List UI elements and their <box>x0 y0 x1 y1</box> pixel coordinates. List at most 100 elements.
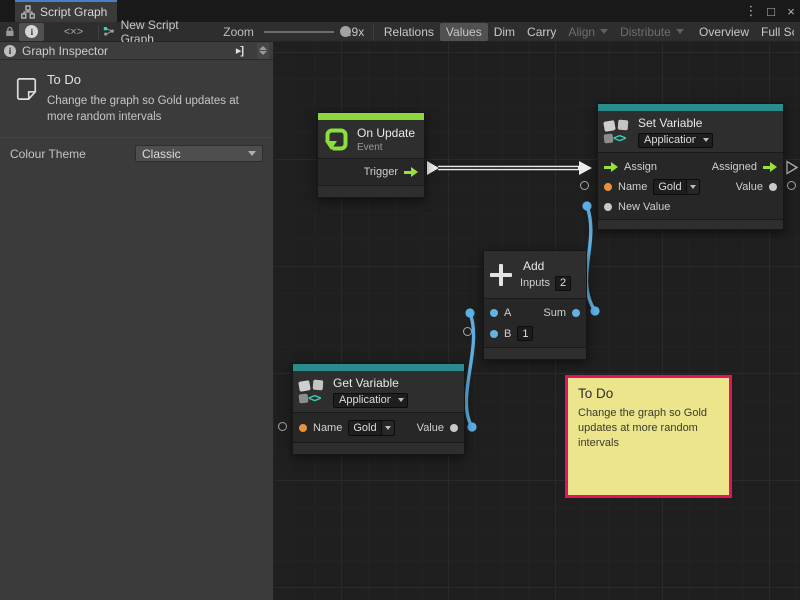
value-port-dot[interactable] <box>769 183 777 191</box>
new-value-port-dot[interactable] <box>604 203 612 211</box>
expand-panel-icon[interactable]: ▸] <box>236 44 243 57</box>
window-controls: ⋮ □ × <box>744 0 798 22</box>
node-set-variable[interactable]: <> Set Variable Application Assign Assig… <box>597 103 784 230</box>
node-add[interactable]: Add Inputs 2 A Sum <box>483 250 587 360</box>
get-variable-name-port-indicator[interactable] <box>278 422 287 431</box>
name-port-label: Name <box>313 422 342 434</box>
node-title: Get Variable <box>333 376 408 390</box>
chevron-down-icon[interactable] <box>686 180 699 194</box>
variable-name-select[interactable]: Gold <box>348 420 394 436</box>
node-ports: Name Gold Value <box>293 413 464 443</box>
graph-inspector-title: Graph Inspector <box>22 44 108 58</box>
variables-icon: <> <box>299 379 325 405</box>
node-header: <> Set Variable Application <box>598 111 783 153</box>
control-port-arrow-icon[interactable] <box>404 167 418 177</box>
node-ports: Trigger <box>318 159 424 186</box>
colour-theme-row: Colour Theme Classic <box>0 138 273 169</box>
node-on-update[interactable]: On Update Event Trigger <box>317 112 425 198</box>
new-script-graph-icon <box>103 25 114 38</box>
set-variable-value-port-indicator[interactable] <box>787 181 796 190</box>
a-port-label: A <box>504 307 511 319</box>
sticky-note-title: To Do <box>578 386 719 401</box>
chevron-down-icon <box>398 398 404 402</box>
sticky-note[interactable]: To Do Change the graph so Gold updates a… <box>565 375 732 498</box>
chevron-down-icon <box>676 29 684 34</box>
control-port-arrow-icon[interactable] <box>763 162 777 172</box>
panel-scroll-spinner[interactable] <box>257 43 269 59</box>
value-port-dot[interactable] <box>450 424 458 432</box>
tab-script-graph[interactable]: Script Graph <box>15 0 117 22</box>
node-color-bar <box>598 104 783 111</box>
variables-icon: <> <box>604 119 630 145</box>
a-port-dot[interactable] <box>490 309 498 317</box>
chevron-down-icon <box>248 151 256 156</box>
sticky-note-icon <box>16 72 37 106</box>
node-footer <box>484 348 586 359</box>
set-variable-name-port-indicator[interactable] <box>580 181 589 190</box>
chevron-down-icon[interactable] <box>381 421 394 435</box>
on-update-loop-icon <box>324 127 349 152</box>
note-body: Change the graph so Gold updates at more… <box>47 93 265 125</box>
close-icon[interactable]: × <box>784 4 798 19</box>
name-port-dot[interactable] <box>299 424 307 432</box>
variable-scope-select[interactable]: Application <box>333 393 408 408</box>
chevron-down-icon <box>703 138 709 142</box>
inputs-count-field[interactable]: 2 <box>555 276 571 291</box>
b-port-dot[interactable] <box>490 330 498 338</box>
more-icon[interactable]: ⋮ <box>744 3 758 19</box>
node-header: On Update Event <box>318 120 424 159</box>
note-title: To Do <box>47 72 265 87</box>
node-get-variable[interactable]: <> Get Variable Application Name Gold <box>292 363 465 455</box>
node-subtitle: Event <box>357 142 415 153</box>
value-port-label: Value <box>417 422 444 434</box>
relations-button[interactable]: Relations <box>378 23 440 41</box>
graph-inspector-panel: i Graph Inspector ▸] To Do Change the gr… <box>0 42 274 600</box>
inspector-note-summary: To Do Change the graph so Gold updates a… <box>0 60 273 135</box>
b-value-field[interactable]: 1 <box>517 326 533 341</box>
zoom-slider-handle[interactable] <box>340 26 351 37</box>
chevron-down-icon <box>600 29 608 34</box>
graph-tab-icon <box>21 5 35 19</box>
toolbar-separator <box>373 25 374 39</box>
lock-icon[interactable] <box>5 25 15 38</box>
variable-scope-select[interactable]: Application <box>638 133 713 148</box>
distribute-dropdown[interactable]: Distribute <box>614 23 690 41</box>
chevron-up-icon[interactable] <box>259 46 267 50</box>
node-ports: A Sum B 1 <box>484 299 586 348</box>
colour-theme-select[interactable]: Classic <box>135 145 263 162</box>
node-header: Add Inputs 2 <box>484 251 586 299</box>
control-port-arrow-icon[interactable] <box>604 162 618 172</box>
node-footer <box>293 443 464 454</box>
node-color-bar <box>293 364 464 371</box>
name-port-label: Name <box>618 181 647 193</box>
plus-icon <box>490 264 512 286</box>
add-b-port-indicator[interactable] <box>463 327 472 336</box>
zoom-label: Zoom <box>223 25 254 39</box>
code-view-icon[interactable]: <×> <box>64 26 83 38</box>
sum-port-dot[interactable] <box>572 309 580 317</box>
node-footer <box>318 186 424 197</box>
graph-inspector-header: i Graph Inspector ▸] <box>0 42 273 60</box>
name-port-dot[interactable] <box>604 183 612 191</box>
assigned-port-label: Assigned <box>712 161 757 173</box>
maximize-icon[interactable]: □ <box>764 4 778 19</box>
zoom-slider[interactable] <box>264 31 334 33</box>
overview-button[interactable]: Overview <box>693 23 755 41</box>
values-button[interactable]: Values <box>440 23 488 41</box>
carry-button[interactable]: Carry <box>521 23 562 41</box>
node-title: Add <box>523 259 571 273</box>
variable-name-select[interactable]: Gold <box>653 179 699 195</box>
node-color-bar <box>318 113 424 120</box>
dim-button[interactable]: Dim <box>488 23 521 41</box>
fullscreen-button[interactable]: Full Screen <box>755 23 800 41</box>
toolbar: i <×> New Script Graph Zoom 0.9x Relatio… <box>0 22 800 42</box>
node-title: On Update <box>357 126 415 140</box>
node-header: <> Get Variable Application <box>293 371 464 413</box>
node-ports: Assign Assigned Name Gold Value <box>598 153 783 220</box>
node-title: Set Variable <box>638 116 713 130</box>
align-dropdown[interactable]: Align <box>562 23 614 41</box>
value-port-label: Value <box>736 181 763 193</box>
info-icon: i <box>25 25 38 38</box>
inspector-toggle-button[interactable]: i <box>19 23 44 41</box>
chevron-down-icon[interactable] <box>259 51 267 55</box>
